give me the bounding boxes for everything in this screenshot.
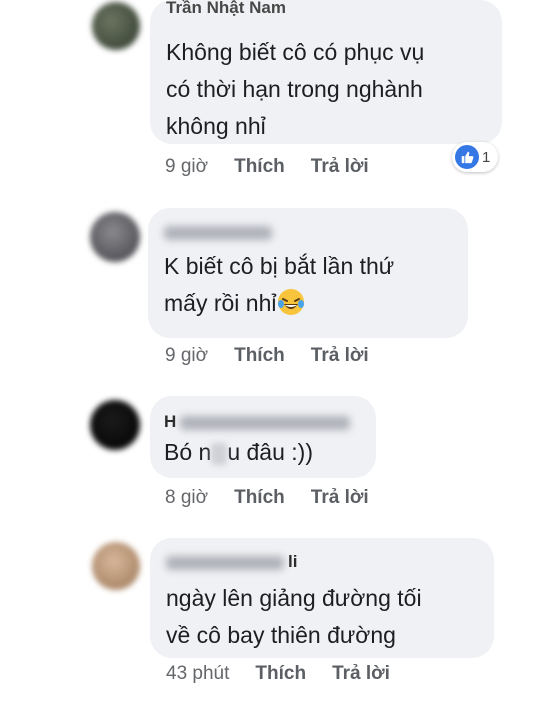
comment-meta: 8 giờ Thích Trả lời — [165, 487, 395, 509]
comment-text: K biết cô bị bắt lần thứ mấy rồi nhỉ — [164, 248, 394, 322]
avatar[interactable] — [90, 212, 140, 262]
comment-text-start: Bó n — [164, 439, 212, 465]
reply-button[interactable]: Trả lời — [311, 156, 369, 177]
comment-bubble: K biết cô bị bắt lần thứ mấy rồi nhỉ — [148, 208, 468, 338]
redacted-word — [211, 442, 228, 465]
comment-meta: 9 giờ Thích Trả lời — [165, 156, 395, 178]
avatar[interactable] — [90, 400, 140, 450]
redacted-name — [164, 225, 272, 240]
like-button[interactable]: Thích — [255, 663, 306, 684]
comment-text-end: u đâu :)) — [227, 439, 313, 465]
comment-author[interactable] — [164, 222, 272, 242]
like-button[interactable]: Thích — [234, 156, 285, 177]
redacted-name — [166, 555, 284, 570]
thumbs-up-icon — [455, 145, 479, 169]
comment-author[interactable]: H — [164, 412, 351, 432]
avatar[interactable] — [92, 542, 140, 590]
comment-bubble: H Bó n u đâu :)) — [150, 396, 376, 478]
comment-timestamp[interactable]: 9 giờ — [165, 345, 208, 366]
like-button[interactable]: Thích — [234, 487, 285, 508]
reply-button[interactable]: Trả lời — [332, 663, 390, 684]
comment-text: ngày lên giảng đường tối về cô bay thiên… — [166, 585, 422, 648]
comment-timestamp[interactable]: 43 phút — [166, 663, 229, 684]
comment-author[interactable]: Trần Nhật Nam — [166, 0, 286, 18]
redacted-name — [180, 415, 351, 430]
comment-text: Bó n u đâu :)) — [164, 434, 313, 471]
reply-button[interactable]: Trả lời — [311, 345, 369, 366]
comment-meta: 43 phút Thích Trả lời — [166, 663, 416, 685]
comment-timestamp[interactable]: 8 giờ — [165, 487, 208, 508]
comment-author[interactable]: li — [166, 552, 297, 572]
author-visible: li — [288, 552, 298, 571]
reaction-count: 1 — [482, 148, 491, 166]
laughing-tears-emoji-icon — [276, 287, 306, 317]
comment-meta: 9 giờ Thích Trả lời — [165, 345, 395, 367]
comment-timestamp[interactable]: 9 giờ — [165, 156, 208, 177]
reply-button[interactable]: Trả lời — [311, 487, 369, 508]
reaction-badge[interactable]: 1 — [452, 142, 499, 172]
comment-bubble: li ngày lên giảng đường tối về cô bay th… — [150, 538, 494, 658]
avatar[interactable] — [92, 2, 140, 50]
author-visible: H — [164, 412, 177, 431]
comment-bubble: Trần Nhật Nam Không biết cô có phục vụ c… — [150, 0, 502, 144]
comment-text: Không biết cô có phục vụ có thời hạn tro… — [166, 39, 425, 139]
like-button[interactable]: Thích — [234, 345, 285, 366]
